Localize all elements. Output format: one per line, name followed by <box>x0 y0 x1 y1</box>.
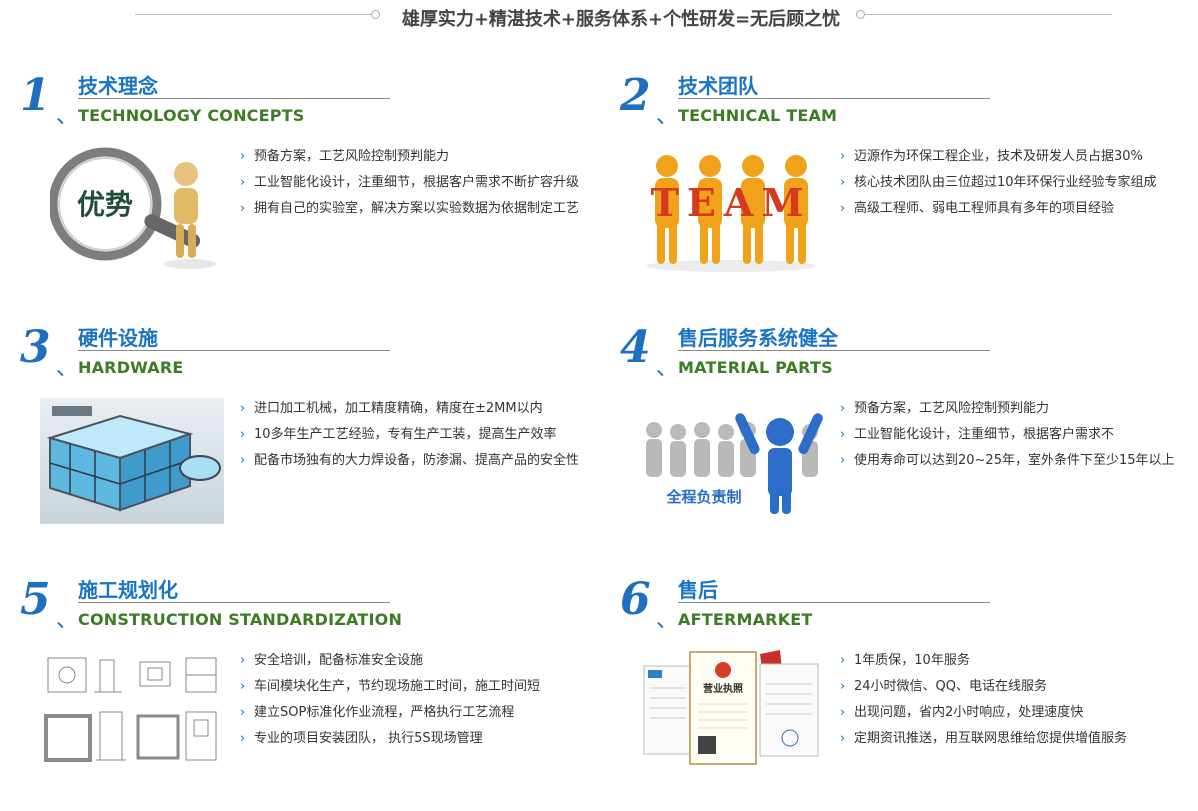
number-separator: 、 <box>56 608 79 633</box>
number-separator: 、 <box>656 104 679 129</box>
slogan: 雄厚实力+精湛技术+服务体系+个性研发=无后顾之忧 <box>401 9 841 30</box>
advantage-text: 优势 <box>77 188 133 221</box>
section-material-parts: 4 、 售后服务系统健全 MATERIAL PARTS 全程负责制 › 预备方案… <box>600 324 1190 544</box>
title-underline <box>678 602 990 603</box>
chevron-right-icon: › <box>840 453 846 468</box>
construction-drawings-image <box>40 650 224 778</box>
service-image: 全程负责制 <box>640 410 824 514</box>
number-separator: 、 <box>656 608 679 633</box>
advantage-image: 优势 <box>50 144 220 274</box>
list-item: › 安全培训，配备标准安全设施 <box>240 648 540 674</box>
team-letters: TEAM <box>651 180 812 225</box>
list-item: › 预备方案，工艺风险控制预判能力 <box>840 396 1175 422</box>
list-item: › 预备方案，工艺风险控制预判能力 <box>240 144 579 170</box>
certificates-image: 营业执照 <box>640 648 824 768</box>
chevron-right-icon: › <box>240 175 246 190</box>
section-subtitle: HARDWARE <box>78 358 184 377</box>
chevron-right-icon: › <box>840 427 846 442</box>
bullet-list: › 预备方案，工艺风险控制预判能力 › 工业智能化设计，注重细节，根据客户需求不断扩… <box>240 144 579 222</box>
list-item: › 1年质保，10年服务 <box>840 648 1127 674</box>
chevron-right-icon: › <box>240 705 246 720</box>
section-number: 6 <box>620 574 651 625</box>
chevron-right-icon: › <box>240 731 246 746</box>
section-number: 5 <box>20 574 51 625</box>
section-subtitle: TECHNOLOGY CONCEPTS <box>78 106 305 125</box>
divider-left <box>135 14 373 15</box>
divider-right <box>864 14 1112 15</box>
title-underline <box>78 98 390 99</box>
list-item: › 迈源作为环保工程企业，技术及研发人员占据30% <box>840 144 1157 170</box>
list-item: › 进口加工机械，加工精度精确，精度在±2MM以内 <box>240 396 579 422</box>
list-item: › 工业智能化设计，注重细节，根据客户需求不 <box>840 422 1175 448</box>
bullet-list: › 进口加工机械，加工精度精确，精度在±2MM以内 › 10多年生产工艺经验，专有生… <box>240 396 579 474</box>
chevron-right-icon: › <box>240 149 246 164</box>
list-item: › 出现问题，省内2小时响应，处理速度快 <box>840 700 1127 726</box>
section-construction-standardization: 5 、 施工规划化 CONSTRUCTION STANDARDIZATION ›… <box>0 576 590 796</box>
section-technical-team: 2 、 技术团队 TECHNICAL TEAM TEAM › 迈源作为环保工程企业… <box>600 72 1190 292</box>
divider-dot-left <box>371 10 380 19</box>
section-number: 2 <box>620 70 651 121</box>
list-item: › 10多年生产工艺经验，专有生产工装，提高生产效率 <box>240 422 579 448</box>
chevron-right-icon: › <box>840 149 846 164</box>
chevron-right-icon: › <box>240 453 246 468</box>
section-aftermarket: 6 、 售后 AFTERMARKET 营业执照 › 1年质保，10年服务 › 24小… <box>600 576 1190 796</box>
chevron-right-icon: › <box>240 401 246 416</box>
section-subtitle: AFTERMARKET <box>678 610 813 629</box>
chevron-right-icon: › <box>840 653 846 668</box>
chevron-right-icon: › <box>240 679 246 694</box>
chevron-right-icon: › <box>840 679 846 694</box>
list-item: › 核心技术团队由三位超过10年环保行业经验专家组成 <box>840 170 1157 196</box>
bullet-list: › 安全培训，配备标准安全设施 › 车间模块化生产，节约现场施工时间，施工时间短 ›… <box>240 648 540 752</box>
chevron-right-icon: › <box>840 175 846 190</box>
chevron-right-icon: › <box>240 427 246 442</box>
section-hardware: 3 、 硬件设施 HARDWARE › 进口加工机械，加工精度精确，精度在±2MM… <box>0 324 590 544</box>
title-underline <box>678 350 990 351</box>
section-subtitle: CONSTRUCTION STANDARDIZATION <box>78 610 403 629</box>
section-title: 技术团队 <box>678 74 758 98</box>
title-underline <box>78 602 390 603</box>
hardware-image <box>40 398 224 524</box>
bullet-list: › 预备方案，工艺风险控制预判能力 › 工业智能化设计，注重细节，根据客户需求不 ›… <box>840 396 1175 474</box>
bullet-list: › 1年质保，10年服务 › 24小时微信、QQ、电话在线服务 › 出现问题，省内2小… <box>840 648 1127 752</box>
bullet-list: › 迈源作为环保工程企业，技术及研发人员占据30% › 核心技术团队由三位超过10年… <box>840 144 1157 222</box>
title-underline <box>678 98 990 99</box>
list-item: › 高级工程师、弱电工程师具有多年的项目经验 <box>840 196 1157 222</box>
list-item: › 专业的项目安装团队， 执行5S现场管理 <box>240 726 540 752</box>
top-banner: 雄厚实力+精湛技术+服务体系+个性研发=无后顾之忧 <box>0 0 1198 36</box>
section-title: 售后 <box>678 578 718 602</box>
section-number: 1 <box>20 70 51 121</box>
list-item: › 拥有自己的实验室，解决方案以实验数据为依据制定工艺 <box>240 196 579 222</box>
list-item: › 使用寿命可以达到20~25年，室外条件下至少15年以上 <box>840 448 1175 474</box>
list-item: › 定期资讯推送，用互联网思维给您提供增值服务 <box>840 726 1127 752</box>
section-title: 售后服务系统健全 <box>678 326 838 350</box>
chevron-right-icon: › <box>840 401 846 416</box>
chevron-right-icon: › <box>240 653 246 668</box>
title-underline <box>78 350 390 351</box>
list-item: › 配备市场独有的大力焊设备，防渗漏、提高产品的安全性 <box>240 448 579 474</box>
chevron-right-icon: › <box>840 201 846 216</box>
service-caption: 全程负责制 <box>665 488 741 506</box>
section-subtitle: MATERIAL PARTS <box>678 358 833 377</box>
list-item: › 建立SOP标准化作业流程，严格执行工艺流程 <box>240 700 540 726</box>
number-separator: 、 <box>56 356 79 381</box>
section-technology-concepts: 1 、 技术理念 TECHNOLOGY CONCEPTS 优势 › 预备方案，工艺… <box>0 72 590 292</box>
list-item: › 24小时微信、QQ、电话在线服务 <box>840 674 1127 700</box>
license-title: 营业执照 <box>703 682 743 695</box>
chevron-right-icon: › <box>840 705 846 720</box>
section-title: 施工规划化 <box>78 578 178 602</box>
team-image: TEAM <box>640 152 822 272</box>
number-separator: 、 <box>56 104 79 129</box>
number-separator: 、 <box>656 356 679 381</box>
section-title: 技术理念 <box>78 74 158 98</box>
list-item: › 工业智能化设计，注重细节，根据客户需求不断扩容升级 <box>240 170 579 196</box>
chevron-right-icon: › <box>240 201 246 216</box>
section-number: 3 <box>20 322 51 373</box>
section-title: 硬件设施 <box>78 326 158 350</box>
chevron-right-icon: › <box>840 731 846 746</box>
list-item: › 车间模块化生产，节约现场施工时间，施工时间短 <box>240 674 540 700</box>
section-number: 4 <box>620 322 651 373</box>
section-subtitle: TECHNICAL TEAM <box>678 106 838 125</box>
